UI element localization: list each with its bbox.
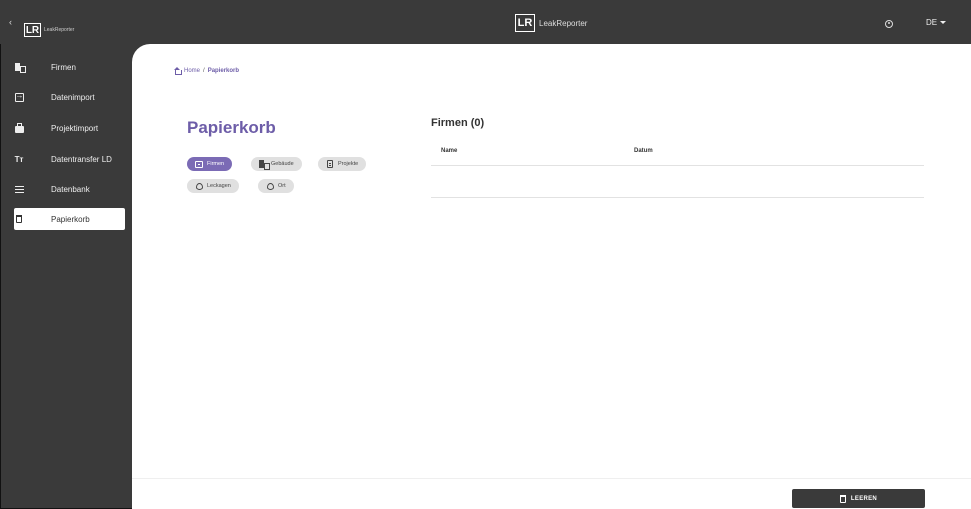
main-content: Home / Papierkorb Papierkorb Firmen Gebä… [132,44,971,509]
trash-icon [839,494,846,503]
sidebar-item-label: Firmen [51,62,76,72]
account-icon[interactable] [885,20,893,28]
database-icon [14,184,24,194]
empty-trash-label: LEEREN [850,495,878,502]
filter-chip-label: Projekte [338,161,359,167]
breadcrumb: Home / Papierkorb [173,67,240,75]
company-icon [195,160,203,168]
sidebar-item-label: Projektimport [51,123,99,133]
top-bar: ‹ LR LeakReporter LR LeakReporter DE [0,0,971,44]
logo-text: LeakReporter [44,27,75,33]
filter-chip-label: Firmen [207,161,225,167]
column-header-datum[interactable]: Datum [634,148,653,154]
language-select[interactable]: DE [926,18,947,27]
breadcrumb-current: Papierkorb [207,67,240,74]
data-table: Name Datum [431,142,924,198]
sidebar-item-firmen[interactable]: Firmen [14,56,125,78]
building-icon [259,160,270,170]
sidebar-item-projektimport[interactable]: Projektimport [14,117,125,139]
filter-chip-firmen[interactable]: Firmen [187,157,233,171]
building-icon [14,62,26,73]
sidebar-item-papierkorb[interactable]: Papierkorb [14,208,125,230]
location-icon [266,182,274,190]
leak-icon [195,182,203,190]
filter-chip-projekte[interactable]: Projekte [318,157,367,171]
sidebar-item-datentransfer[interactable]: Tт Datentransfer LD [14,148,125,170]
header-logo[interactable]: LR LeakReporter [515,14,587,32]
sidebar-logo[interactable]: LR LeakReporter [24,23,74,37]
home-icon[interactable] [173,67,182,75]
list-title: Firmen (0) [431,117,485,129]
logo-mark: LR [24,23,41,37]
filter-chip-label: Leckagen [207,183,231,189]
page-title: Papierkorb [187,118,276,137]
sidebar-item-label: Datenbank [51,184,90,194]
sidebar-item-datenimport[interactable]: Datenimport [14,86,125,108]
filter-chip-gebaeude[interactable]: Gebäude [251,157,302,171]
collapse-sidebar-button[interactable]: ‹ [9,17,12,27]
sidebar-item-label: Datenimport [51,92,95,102]
filter-chip-leckagen[interactable]: Leckagen [187,179,239,193]
sidebar-item-label: Papierkorb [51,214,90,224]
import-icon [14,91,24,102]
table-header: Name Datum [431,142,924,166]
breadcrumb-separator: / [203,67,205,74]
filter-chip-label: Gebäude [271,161,294,167]
filter-chip-label: Ort [278,183,286,189]
language-value: DE [926,18,938,27]
trash-icon [14,214,24,224]
column-header-name[interactable]: Name [441,148,457,154]
breadcrumb-home[interactable]: Home [184,68,200,74]
sidebar-item-label: Datentransfer LD [51,154,112,164]
text-transfer-icon: Tт [14,154,24,164]
caret-down-icon [940,21,947,24]
project-icon [326,160,334,168]
sidebar-item-datenbank[interactable]: Datenbank [14,178,125,200]
table-body [431,166,924,198]
header-logo-text: LeakReporter [539,18,588,28]
briefcase-icon [14,122,24,133]
footer-divider [132,478,971,479]
filter-chip-ort[interactable]: Ort [258,179,294,193]
header-logo-mark: LR [515,14,535,32]
empty-trash-button[interactable]: LEEREN [792,489,925,508]
